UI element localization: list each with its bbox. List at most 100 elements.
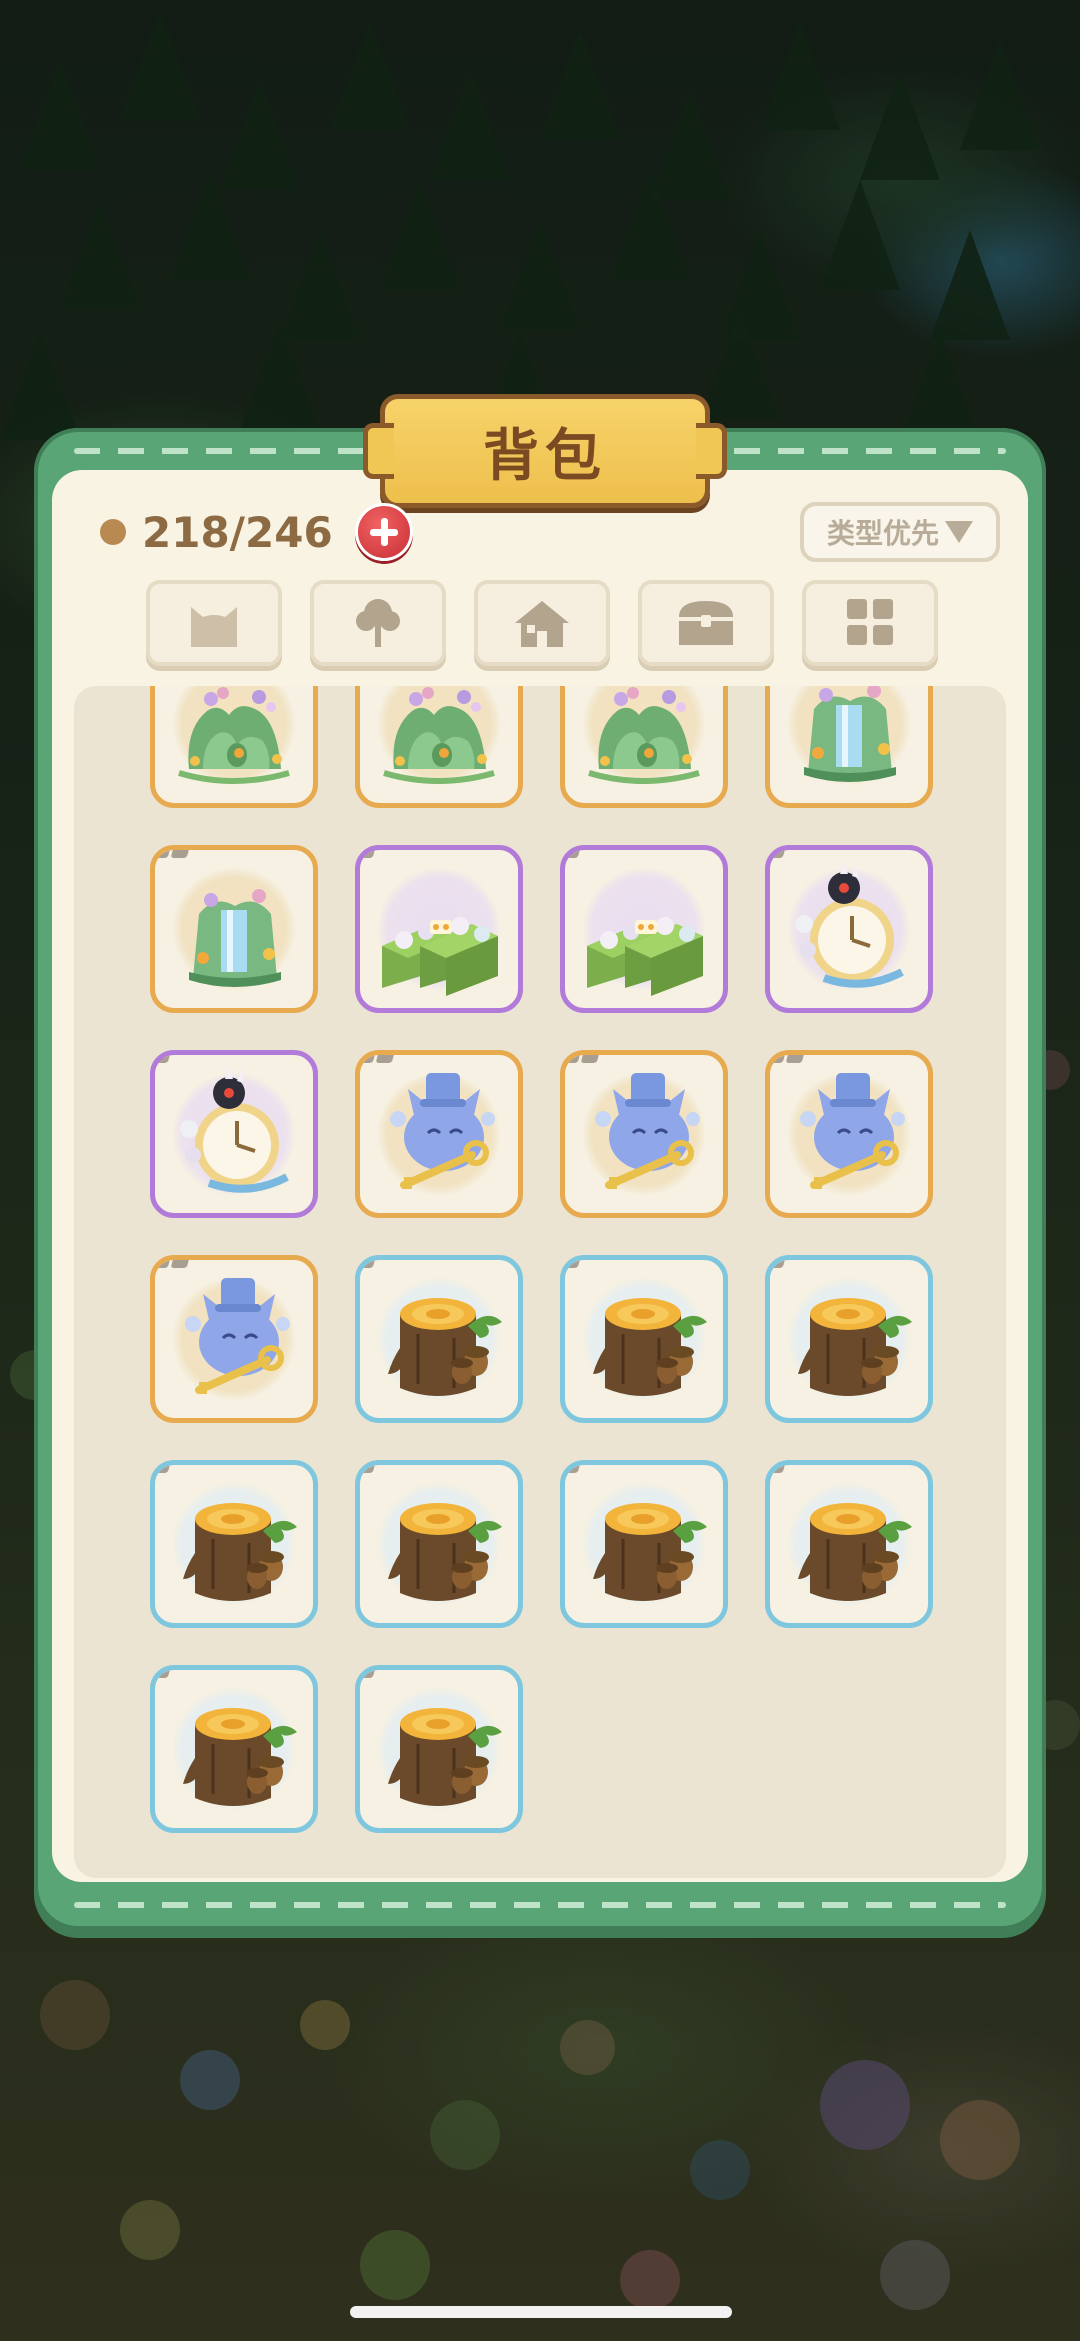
- flower-rock-icon: [178, 687, 290, 784]
- tier-mark: [375, 1055, 395, 1063]
- tree-stump-icon: [798, 1503, 912, 1601]
- tree-stump-icon: [388, 1298, 502, 1396]
- inventory-slot-tree-stump[interactable]: [355, 1460, 523, 1628]
- home-indicator[interactable]: [350, 2306, 732, 2318]
- treasure-chest-icon: [679, 601, 733, 645]
- item-tier-badge: [360, 1055, 395, 1067]
- item-tier-badge: [155, 850, 190, 862]
- inventory-slot-blue-cat-key[interactable]: [150, 1255, 318, 1423]
- tier-mark: [565, 1260, 581, 1268]
- tree-stump-icon: [388, 1503, 502, 1601]
- tier-mark: [770, 850, 786, 858]
- tier-mark: [580, 1055, 600, 1063]
- title-plate: 背包: [363, 394, 727, 508]
- page-title: 背包: [483, 423, 607, 489]
- inventory-slot-tree-stump[interactable]: [765, 1460, 933, 1628]
- tier-mark: [155, 1055, 171, 1063]
- flower-rock-icon: [383, 687, 495, 784]
- tier-mark: [170, 1260, 190, 1268]
- tab-plants[interactable]: [310, 580, 446, 666]
- tab-pets[interactable]: [146, 580, 282, 666]
- tier-mark: [770, 1055, 786, 1063]
- tab-treasure[interactable]: [638, 580, 774, 666]
- item-tier-badge: [770, 1465, 786, 1477]
- panel-bottom-trim: [74, 1902, 1006, 1908]
- item-tier-badge: [360, 1260, 376, 1272]
- tier-mark: [565, 1465, 581, 1473]
- item-tier-badge: [770, 1260, 786, 1272]
- blue-cat-key-icon: [185, 1278, 290, 1394]
- inventory-slot-tree-stump[interactable]: [150, 1665, 318, 1833]
- tier-mark: [770, 1260, 786, 1268]
- inventory-slot-blue-cat-key[interactable]: [560, 1050, 728, 1218]
- tier-mark: [360, 1465, 376, 1473]
- item-tier-badge: [155, 1055, 171, 1067]
- tier-mark: [155, 1465, 171, 1473]
- inventory-slot-waterfall-rock[interactable]: [150, 845, 318, 1013]
- sort-label: 类型优先: [826, 517, 939, 550]
- inventory-slot-flower-rock[interactable]: [560, 686, 728, 808]
- blue-cat-key-icon: [390, 1073, 495, 1189]
- inventory-slot-rose-hedge[interactable]: [355, 845, 523, 1013]
- rose-hedge-icon: [587, 917, 703, 996]
- item-tier-badge: [770, 850, 786, 862]
- item-tier-badge: [360, 1670, 376, 1682]
- item-tier-badge: [155, 1670, 171, 1682]
- capacity-count: 218/246: [142, 507, 333, 557]
- inventory-slot-tree-stump[interactable]: [355, 1255, 523, 1423]
- tree-icon: [356, 599, 400, 647]
- rose-hedge-icon: [382, 917, 498, 996]
- tab-all[interactable]: [802, 580, 938, 666]
- dropdown-triangle-icon: [945, 521, 973, 543]
- item-tier-badge: [565, 1260, 581, 1272]
- inventory-slot-flower-rock[interactable]: [150, 686, 318, 808]
- inventory-slot-blue-cat-key[interactable]: [765, 1050, 933, 1218]
- tree-stump-icon: [798, 1298, 912, 1396]
- inventory-slot-rose-hedge[interactable]: [560, 845, 728, 1013]
- capacity-display: 218/246: [100, 502, 413, 562]
- cat-icon: [191, 607, 237, 647]
- tier-mark: [360, 1055, 376, 1063]
- item-tier-badge: [360, 1465, 376, 1477]
- tree-stump-icon: [388, 1708, 502, 1806]
- waterfall-rock-icon: [804, 686, 896, 782]
- tier-mark: [155, 850, 171, 858]
- tree-stump-icon: [593, 1298, 707, 1396]
- inventory-slot-pocket-clock[interactable]: [150, 1050, 318, 1218]
- item-tier-badge: [565, 1465, 581, 1477]
- tree-stump-icon: [183, 1708, 297, 1806]
- item-tier-badge: [565, 1055, 600, 1067]
- inventory-slot-pocket-clock[interactable]: [765, 845, 933, 1013]
- item-tier-badge: [360, 850, 376, 862]
- inventory-slot-tree-stump[interactable]: [150, 1460, 318, 1628]
- tree-stump-icon: [593, 1503, 707, 1601]
- item-tier-badge: [565, 850, 581, 862]
- waterfall-rock-icon: [189, 889, 281, 987]
- inventory-grid[interactable]: [74, 686, 1006, 1878]
- capacity-icon: [100, 519, 126, 545]
- tier-mark: [565, 850, 581, 858]
- inventory-slot-tree-stump[interactable]: [560, 1255, 728, 1423]
- item-tier-badge: [770, 1055, 805, 1067]
- tier-mark: [360, 850, 376, 858]
- tier-mark: [565, 1055, 581, 1063]
- inventory-slot-blue-cat-key[interactable]: [355, 1050, 523, 1218]
- blue-cat-key-icon: [595, 1073, 700, 1189]
- tab-buildings[interactable]: [474, 580, 610, 666]
- grid-icon: [847, 599, 893, 645]
- item-tier-badge: [155, 1260, 190, 1272]
- tree-stump-icon: [183, 1503, 297, 1601]
- inventory-slot-tree-stump[interactable]: [355, 1665, 523, 1833]
- inventory-slot-tree-stump[interactable]: [765, 1255, 933, 1423]
- inventory-slot-waterfall-rock[interactable]: [765, 686, 933, 808]
- pocket-clock-icon: [795, 860, 904, 988]
- blue-cat-key-icon: [800, 1073, 905, 1189]
- inventory-slot-flower-rock[interactable]: [355, 686, 523, 808]
- tier-mark: [360, 1670, 376, 1678]
- inventory-slot-tree-stump[interactable]: [560, 1460, 728, 1628]
- tier-mark: [155, 1670, 171, 1678]
- flower-rock-icon: [588, 687, 700, 784]
- sort-dropdown[interactable]: 类型优先: [800, 502, 1000, 562]
- expand-capacity-button[interactable]: [354, 503, 413, 561]
- tier-mark: [155, 1260, 171, 1268]
